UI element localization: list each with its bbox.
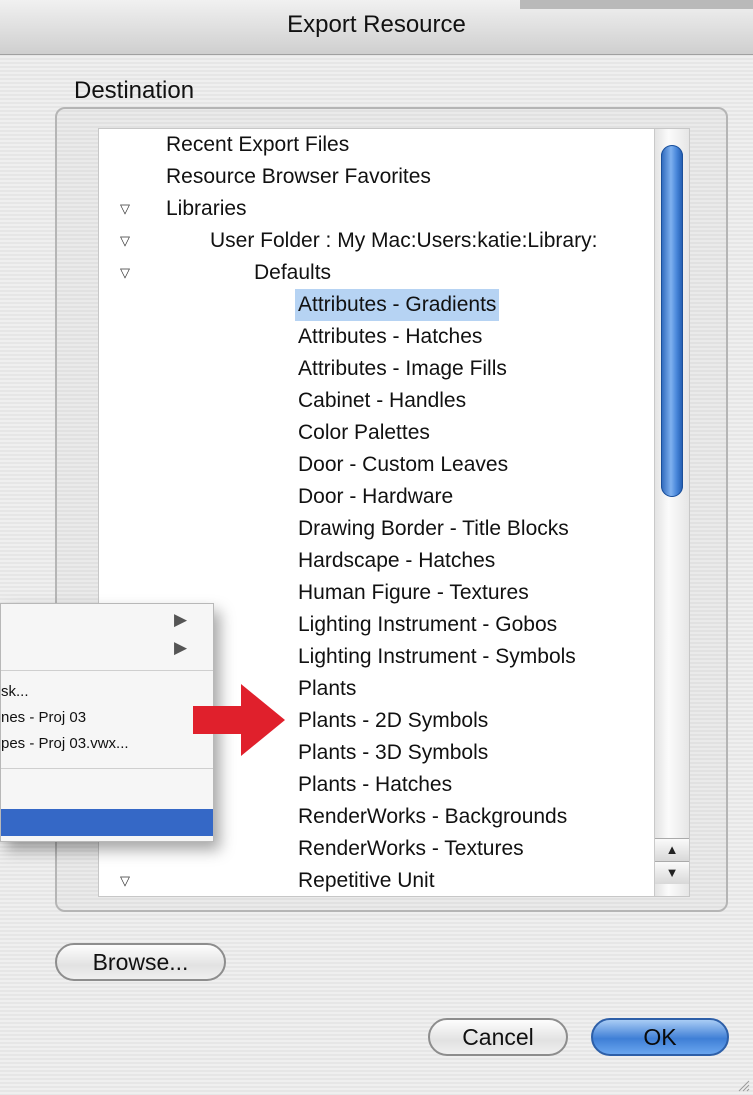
- scroll-up-icon: ▲: [665, 842, 679, 857]
- tree-row[interactable]: ▽ Libraries: [99, 193, 659, 225]
- tree-row-label: Plants - Hatches: [298, 773, 453, 796]
- tree-row-label: Defaults: [254, 261, 332, 284]
- tree-row-label: Lighting Instrument - Gobos: [298, 613, 558, 636]
- resize-grip-icon[interactable]: [736, 1078, 750, 1092]
- cancel-button[interactable]: Cancel: [428, 1018, 568, 1056]
- tree-row-label: Recent Export Files: [166, 133, 350, 156]
- tree-row-label: Door - Custom Leaves: [298, 453, 509, 476]
- ok-button[interactable]: OK: [591, 1018, 729, 1056]
- red-pointer-arrow-icon: [193, 684, 285, 756]
- disclosure-triangle-icon[interactable]: ▽: [120, 257, 130, 289]
- tree-row[interactable]: Door - Custom Leaves: [99, 449, 659, 481]
- window-title: Export Resource: [287, 11, 466, 38]
- menu-separator: [1, 670, 213, 671]
- tree-row-label: User Folder : My Mac:Users:katie:Library…: [210, 229, 598, 252]
- menu-item-highlighted[interactable]: [1, 809, 213, 836]
- tree-row-label: Plants - 2D Symbols: [298, 709, 489, 732]
- tree-row-label: Repetitive Unit: [298, 869, 435, 892]
- tree-row[interactable]: Resource Browser Favorites: [99, 161, 659, 193]
- menu-item[interactable]: pes - Proj 03.vwx...: [1, 735, 129, 752]
- tree-row[interactable]: ▽ User Folder : My Mac:Users:katie:Librar…: [99, 225, 659, 257]
- menu-item[interactable]: sk...: [1, 683, 29, 700]
- tree-row-label: Attributes - Hatches: [298, 325, 483, 348]
- disclosure-triangle-icon[interactable]: ▽: [120, 193, 130, 225]
- destination-label: Destination: [74, 77, 195, 104]
- tree-row-label: Cabinet - Handles: [298, 389, 467, 412]
- tree-row[interactable]: Cabinet - Handles: [99, 385, 659, 417]
- title-bar-corner: [520, 0, 753, 9]
- tree-row-label: Attributes - Image Fills: [298, 357, 507, 380]
- menu-separator: [1, 768, 213, 769]
- browse-button[interactable]: Browse...: [55, 943, 226, 981]
- tree-row-label: Resource Browser Favorites: [166, 165, 431, 188]
- popup-menu[interactable]: ▶ ▶ sk... nes - Proj 03 pes - Proj 03.vw…: [0, 603, 214, 842]
- disclosure-triangle-icon[interactable]: ▽: [120, 225, 130, 257]
- tree-row[interactable]: ▽ Repetitive Unit: [99, 865, 659, 896]
- scroll-down-button[interactable]: ▼: [655, 861, 689, 884]
- tree-row[interactable]: Attributes - Gradients: [99, 289, 659, 321]
- tree-row[interactable]: Attributes - Image Fills: [99, 353, 659, 385]
- tree-row-label: RenderWorks - Textures: [298, 837, 524, 860]
- submenu-arrow-icon: ▶: [174, 610, 188, 629]
- tree-row[interactable]: Recent Export Files: [99, 129, 659, 161]
- tree-row[interactable]: ▽ Defaults: [99, 257, 659, 289]
- tree-row[interactable]: Door - Hardware: [99, 481, 659, 513]
- disclosure-triangle-icon[interactable]: ▽: [120, 865, 130, 896]
- submenu-arrow-icon: ▶: [174, 638, 188, 657]
- tree-row-label: Hardscape - Hatches: [298, 549, 496, 572]
- title-bar: Export Resource: [0, 0, 753, 55]
- tree-row[interactable]: Drawing Border - Title Blocks: [99, 513, 659, 545]
- tree-row-label: Human Figure - Textures: [298, 581, 529, 604]
- tree-row-label: Color Palettes: [298, 421, 430, 444]
- tree-row-label: Plants - 3D Symbols: [298, 741, 489, 764]
- tree-row-label: Plants: [298, 677, 357, 700]
- menu-item[interactable]: nes - Proj 03: [1, 709, 86, 726]
- tree-row-label: Attributes - Gradients: [295, 289, 500, 321]
- vertical-scrollbar[interactable]: ▲ ▼: [654, 129, 689, 896]
- scrollbar-thumb[interactable]: [661, 145, 683, 497]
- tree-row-label: Lighting Instrument - Symbols: [298, 645, 576, 668]
- tree-row-label: RenderWorks - Backgrounds: [298, 805, 568, 828]
- tree-row-label: Drawing Border - Title Blocks: [298, 517, 569, 540]
- tree-row[interactable]: Color Palettes: [99, 417, 659, 449]
- scroll-up-button[interactable]: ▲: [655, 838, 689, 861]
- tree-row[interactable]: Hardscape - Hatches: [99, 545, 659, 577]
- scroll-down-icon: ▼: [665, 865, 679, 880]
- tree-row[interactable]: Attributes - Hatches: [99, 321, 659, 353]
- tree-row-label: Door - Hardware: [298, 485, 454, 508]
- tree-row-label: Libraries: [166, 197, 247, 220]
